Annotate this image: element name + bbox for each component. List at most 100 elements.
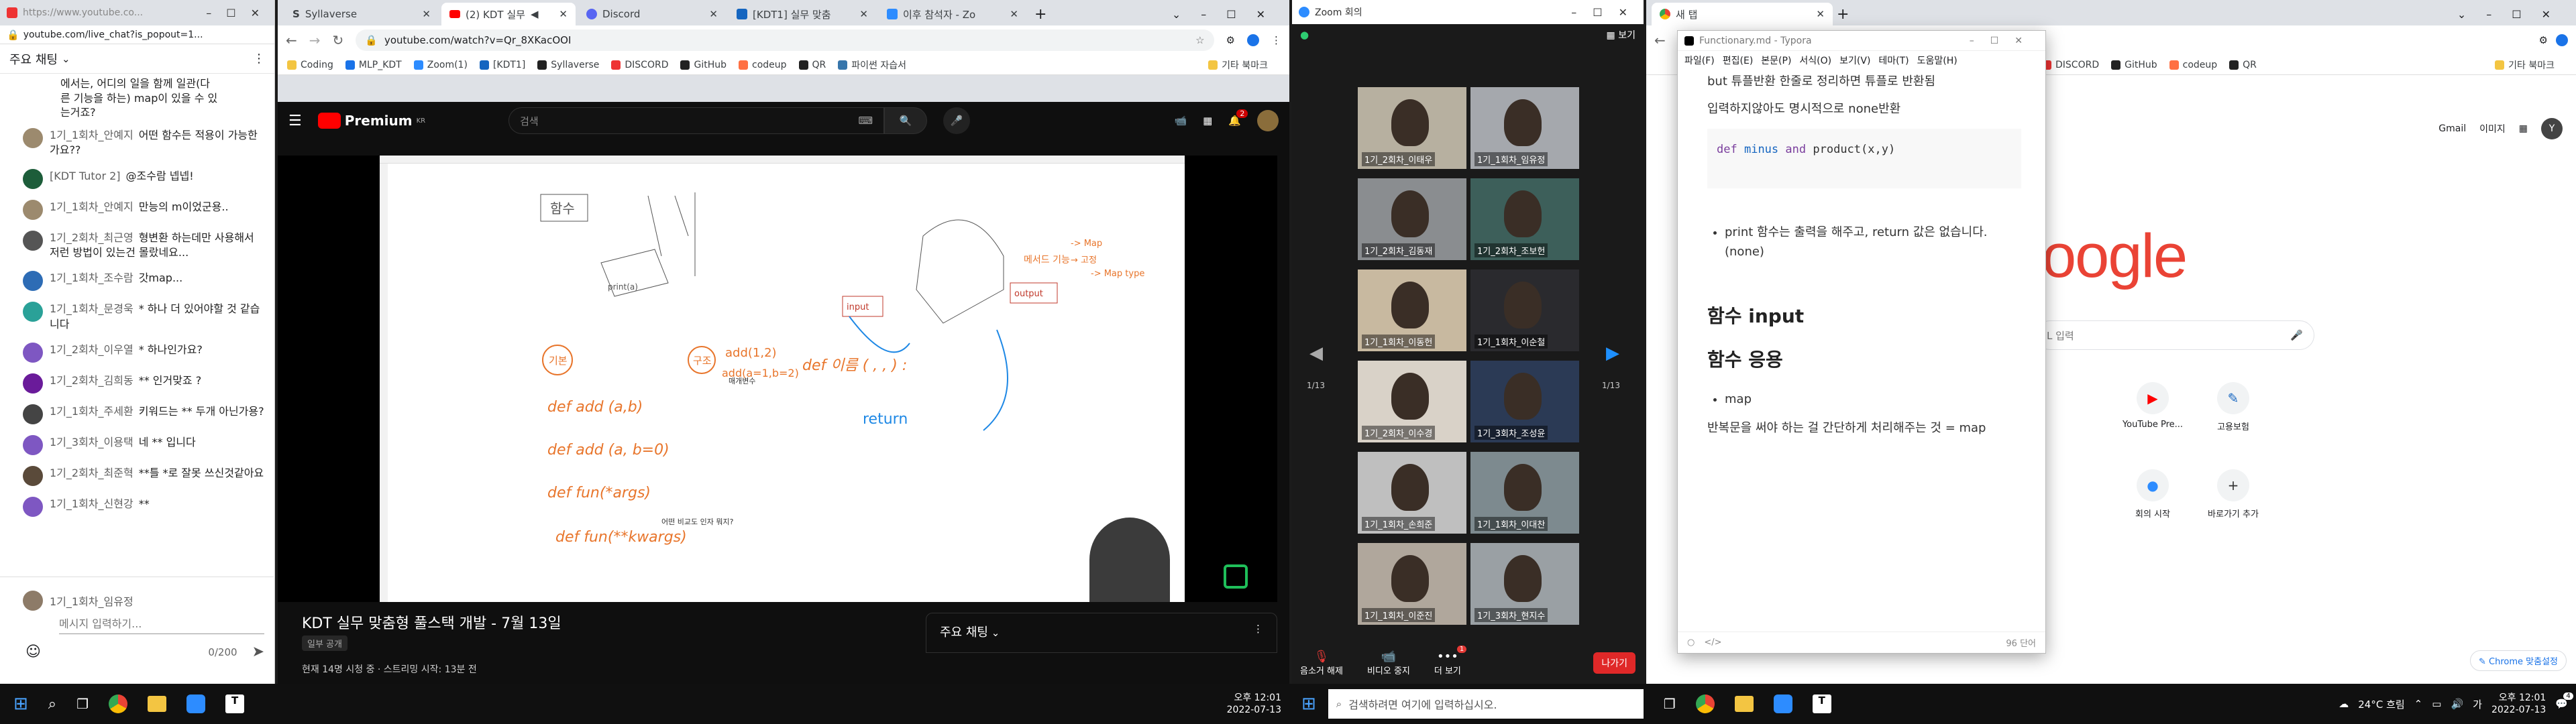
bookmark-5[interactable]: DISCORD xyxy=(611,60,668,70)
task-view-icon[interactable]: ❐ xyxy=(1664,696,1676,712)
video-button[interactable]: 📹 비디오 중지 xyxy=(1367,650,1410,676)
extensions-icon[interactable]: ⚙ xyxy=(2539,34,2548,46)
new-tab-icon[interactable]: + xyxy=(1837,6,1849,23)
menu-item-1[interactable]: 편집(E) xyxy=(1723,54,1754,67)
more-options-icon[interactable]: ⋮ xyxy=(253,52,265,66)
bookmark-4[interactable]: 기타 북마크 xyxy=(2495,58,2555,72)
live-chat-title[interactable]: 주요 채팅 xyxy=(940,625,988,640)
window-controls[interactable]: ⌄–☐✕ xyxy=(2457,8,2571,21)
close-icon[interactable]: ✕ xyxy=(559,8,568,20)
profile-icon[interactable] xyxy=(2556,34,2568,46)
chat-author[interactable]: 1기_1회차_안예지 xyxy=(50,129,133,141)
notifications-icon[interactable]: 🔔 2 xyxy=(1228,109,1248,127)
bookmark-0[interactable]: DISCORD xyxy=(2042,60,2099,70)
view-button[interactable]: ▦ 보기 xyxy=(1607,28,1635,42)
profile-icon[interactable] xyxy=(1247,34,1259,46)
close-icon[interactable]: ✕ xyxy=(859,8,868,20)
file-explorer-icon[interactable] xyxy=(1734,696,1754,712)
bookmark-7[interactable]: codeup xyxy=(739,60,787,70)
images-link[interactable]: 이미지 xyxy=(2479,122,2506,135)
typora-taskbar-icon[interactable]: T xyxy=(225,695,245,713)
typora-taskbar-icon[interactable]: T xyxy=(1812,695,1831,713)
bookmark-10[interactable]: 기타 북마크 xyxy=(1208,58,1268,72)
window-controls[interactable]: –☐✕ xyxy=(1571,6,1644,19)
bookmark-1[interactable]: GitHub xyxy=(2111,60,2157,70)
tab-new-tab[interactable]: 새 탭 ✕ xyxy=(1652,3,1833,25)
back-icon[interactable]: ← xyxy=(1654,32,1666,48)
microphone-icon[interactable]: 🎤 xyxy=(2290,329,2303,341)
zoom-taskbar-icon[interactable] xyxy=(186,695,206,713)
menu-item-6[interactable]: 도움말(H) xyxy=(1917,54,1957,67)
menu-item-4[interactable]: 보기(V) xyxy=(1839,54,1870,67)
new-tab-icon[interactable]: + xyxy=(1034,6,1046,23)
code-block[interactable]: def minus and product(x,y) xyxy=(1707,128,2021,188)
notification-center-icon[interactable]: 💬 4 xyxy=(2555,692,2573,710)
keyboard-icon[interactable]: ⌨ xyxy=(858,115,873,127)
prev-page-icon[interactable]: ◀ xyxy=(1309,343,1323,363)
close-icon[interactable]: ✕ xyxy=(1816,8,1825,20)
tab-syllaverse[interactable]: S Syllaverse ✕ xyxy=(284,3,439,25)
clock-left[interactable]: 오후 12:01 2022-07-13 xyxy=(1227,692,1281,716)
tray-chevron-icon[interactable]: ⌃ xyxy=(2414,698,2423,710)
google-search-input[interactable]: L 입력 🎤 xyxy=(2035,320,2314,350)
chat-author[interactable]: 1기_1회차_주세환 xyxy=(50,405,133,418)
more-button[interactable]: ••• 더 보기 1 xyxy=(1434,646,1467,676)
shortcut-tile[interactable]: ● 회의 시작 xyxy=(2116,469,2190,520)
reload-icon[interactable]: ↻ xyxy=(333,32,344,48)
video-player[interactable]: 함수 기본 구조 def add (a,b) def add (a, b=0) … xyxy=(278,156,1277,602)
network-icon[interactable]: ▭ xyxy=(2432,698,2441,710)
avatar[interactable] xyxy=(1257,110,1279,131)
create-video-icon[interactable]: 📹 xyxy=(1174,115,1187,127)
chat-author[interactable]: [KDT Tutor 2] xyxy=(50,170,121,182)
bookmark-8[interactable]: QR xyxy=(798,60,826,70)
windows-start-icon[interactable]: ⊞ xyxy=(1301,694,1316,714)
bookmark-4[interactable]: Syllaverse xyxy=(537,60,599,70)
mute-button[interactable]: 🎙 음소거 해제 xyxy=(1300,650,1343,676)
window-controls[interactable]: –☐✕ xyxy=(1970,36,2039,46)
chrome-taskbar-icon[interactable] xyxy=(109,695,128,713)
back-icon[interactable]: ← xyxy=(286,32,297,48)
close-icon[interactable]: ✕ xyxy=(709,8,718,20)
zoom-taskbar-icon[interactable] xyxy=(1773,695,1792,713)
chat-author[interactable]: 1기_1회차_신현강 xyxy=(50,497,133,510)
menu-item-2[interactable]: 본문(P) xyxy=(1761,54,1791,67)
shortcut-tile[interactable]: + 바로가기 추가 xyxy=(2196,469,2270,520)
menu-item-3[interactable]: 서식(O) xyxy=(1799,54,1831,67)
bookmark-2[interactable]: Zoom(1) xyxy=(413,60,468,70)
next-page-icon[interactable]: ▶ xyxy=(1606,343,1619,363)
hamburger-menu-icon[interactable]: ☰ xyxy=(288,113,302,129)
shortcut-tile[interactable]: ▶ YouTube Pre... xyxy=(2116,382,2190,430)
chat-header-title[interactable]: 주요 채팅 xyxy=(9,50,58,68)
bookmark-6[interactable]: GitHub xyxy=(680,60,727,70)
send-icon[interactable]: ➤ xyxy=(252,644,264,660)
weather-icon[interactable]: ☁ xyxy=(2339,698,2349,710)
bookmark-9[interactable]: 파이썬 자습서 xyxy=(838,58,906,72)
more-options-icon[interactable]: ⋮ xyxy=(1253,623,1263,635)
file-explorer-icon[interactable] xyxy=(148,696,167,712)
chat-author[interactable]: 1기_2회차_김희동 xyxy=(50,374,133,387)
chevron-down-icon[interactable]: ⌄ xyxy=(62,53,70,65)
close-icon[interactable]: ✕ xyxy=(1010,8,1018,20)
address-bar[interactable]: 🔒 youtube.com/watch?v=Qr_8XKacOOI ☆ xyxy=(356,29,1214,51)
apps-grid-icon[interactable]: ▦ xyxy=(2519,123,2528,134)
chat-author[interactable]: 1기_2회차_최근영 xyxy=(50,231,133,244)
microphone-icon[interactable]: 🎤 xyxy=(943,107,971,134)
volume-icon[interactable]: 🔊 xyxy=(2451,698,2463,710)
window-controls[interactable]: –☐✕ xyxy=(206,7,274,19)
weather-text[interactable]: 24°C 흐림 xyxy=(2358,697,2404,711)
bookmark-3[interactable]: [KDT1] xyxy=(479,60,525,70)
chat-author[interactable]: 1기_2회차_최준혁 xyxy=(50,467,133,479)
source-code-icon[interactable]: </> xyxy=(1704,638,1721,648)
chat-address-bar[interactable]: 🔒 youtube.com/live_chat?is_popout=1... xyxy=(0,25,274,44)
clock-right[interactable]: 오후 12:01 2022-07-13 xyxy=(2491,692,2546,716)
chevron-down-icon[interactable]: ⌄ xyxy=(991,627,1000,639)
leave-button[interactable]: 나가기 xyxy=(1593,652,1635,674)
apps-grid-icon[interactable]: ▦ xyxy=(1203,115,1212,127)
tab-zoom[interactable]: 이후 참석자 - Zo ✕ xyxy=(879,3,1026,25)
search-button[interactable]: 🔍 xyxy=(884,107,928,134)
bookmark-star-icon[interactable]: ☆ xyxy=(1195,34,1204,46)
youtube-logo[interactable]: Premium KR xyxy=(317,113,425,129)
menu-item-0[interactable]: 파일(F) xyxy=(1684,54,1715,67)
customize-chrome-button[interactable]: ✎ Chrome 맞춤설정 xyxy=(2469,650,2567,671)
shield-icon[interactable]: ● xyxy=(1300,29,1309,41)
